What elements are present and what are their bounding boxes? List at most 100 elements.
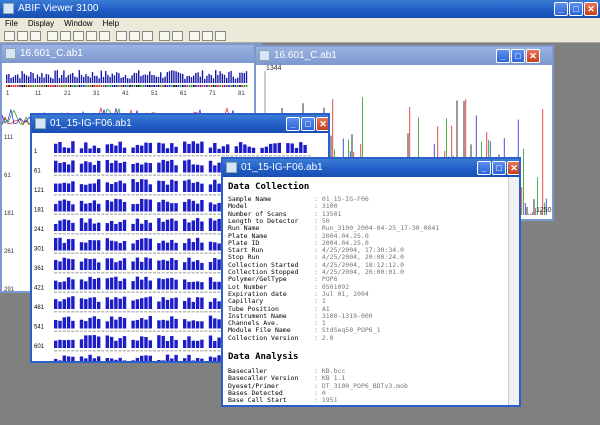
cascade-icon[interactable] — [189, 30, 200, 41]
info-field-label: Base Call Start — [228, 396, 287, 405]
info-minimize-button[interactable]: _ — [477, 161, 491, 175]
save-icon[interactable] — [17, 30, 28, 41]
base-mark — [213, 330, 217, 332]
open-icon[interactable] — [4, 30, 15, 41]
base-mark — [148, 272, 152, 274]
base-mark — [170, 272, 174, 274]
quality-bar — [217, 148, 221, 153]
quality-bar — [58, 142, 62, 153]
quality-bar — [122, 183, 127, 192]
base-mark — [226, 85, 228, 87]
quality-bar — [161, 259, 165, 270]
quality-bar — [135, 182, 140, 192]
quality-bar — [88, 202, 92, 212]
quality-bar — [219, 71, 221, 83]
electropherogram-minimize-button[interactable]: _ — [496, 49, 510, 63]
bars-icon[interactable] — [73, 30, 84, 41]
electropherogram-window-title-bar[interactable]: 16.601_C.ab1 _ □ ✕ — [256, 47, 552, 65]
quality-bar — [187, 199, 191, 212]
base-mark — [92, 350, 96, 352]
base-mark — [168, 85, 171, 87]
app-maximize-button[interactable]: □ — [569, 2, 583, 16]
scale-icon[interactable] — [172, 30, 183, 41]
table-icon[interactable] — [99, 30, 110, 41]
electropherogram-maximize-button[interactable]: □ — [511, 49, 525, 63]
quality-bar — [98, 78, 100, 83]
tile-vertical-icon[interactable] — [215, 30, 226, 41]
tile-horizontal-icon[interactable] — [202, 30, 213, 41]
quality-maximize-button[interactable]: □ — [301, 117, 315, 131]
quality-bar — [97, 160, 101, 173]
base-mark — [10, 85, 12, 87]
base-mark — [174, 350, 178, 352]
info-window[interactable]: 01_15-IG-F06.ab1 _ □ ✕ Data Collection S… — [221, 157, 521, 407]
menu-window[interactable]: Window — [59, 18, 97, 29]
base-mark — [157, 194, 161, 196]
base-mark — [131, 155, 135, 157]
quality-bar — [30, 71, 32, 83]
app-close-button[interactable]: ✕ — [584, 2, 598, 16]
quality-close-button[interactable]: ✕ — [316, 117, 328, 131]
quality-bar — [109, 299, 114, 309]
quality-bar — [165, 299, 170, 309]
quality-bar — [36, 74, 39, 83]
quality-bar — [157, 278, 161, 290]
quality-bar — [140, 318, 144, 329]
quality-window-title-bar[interactable]: 01_15-IG-F06.ab1 _ □ ✕ — [32, 115, 328, 133]
quality-bar — [165, 340, 170, 348]
trace-icon[interactable] — [159, 30, 170, 41]
base-mark — [109, 291, 113, 293]
base-mark — [200, 155, 204, 157]
info-close-button[interactable]: ✕ — [507, 161, 519, 175]
base-mark — [122, 252, 126, 254]
print-icon[interactable] — [30, 30, 41, 41]
quality-bar — [213, 258, 217, 270]
quality-bar — [34, 78, 36, 83]
base-mark — [204, 272, 208, 274]
info-icon[interactable] — [60, 30, 71, 41]
base-mark — [97, 174, 100, 176]
quality-bar — [66, 339, 71, 348]
base-mark — [152, 311, 156, 313]
menu-help[interactable]: Help — [98, 18, 124, 29]
base-mark — [148, 252, 152, 254]
quality-bar — [71, 239, 75, 251]
base-mark — [105, 311, 109, 313]
zoom-out-icon[interactable] — [129, 30, 140, 41]
copy-icon[interactable] — [47, 30, 58, 41]
document-icon — [35, 118, 46, 129]
zoom-fit-icon[interactable] — [142, 30, 153, 41]
quality-bar — [157, 320, 161, 329]
info-maximize-button[interactable]: □ — [492, 161, 506, 175]
quality-bar — [54, 358, 58, 361]
position-tick-label: 51 — [151, 91, 158, 97]
base-mark — [165, 272, 169, 274]
quality-bar — [88, 148, 92, 153]
zoom-in-icon[interactable] — [116, 30, 127, 41]
menu-file[interactable]: File — [0, 18, 23, 29]
info-vertical-scrollbar[interactable] — [508, 177, 519, 405]
info-window-title-bar[interactable]: 01_15-IG-F06.ab1 _ □ ✕ — [223, 159, 519, 177]
base-mark — [131, 311, 135, 313]
base-mark — [178, 350, 182, 352]
quality-bar — [71, 279, 75, 290]
base-mark — [131, 194, 135, 196]
quality-minimize-button[interactable]: _ — [286, 117, 300, 131]
base-mark — [187, 155, 191, 157]
base-mark — [62, 155, 66, 157]
base-mark — [79, 194, 83, 196]
quality-bar — [174, 165, 178, 173]
quality-bar — [6, 74, 8, 83]
app-icon — [3, 3, 14, 14]
electropherogram-close-button[interactable]: ✕ — [526, 49, 540, 63]
menu-display[interactable]: Display — [23, 18, 59, 29]
sequence-window-1-title-bar[interactable]: 16.601_C.ab1 — [2, 45, 260, 63]
grid-icon[interactable] — [86, 30, 97, 41]
base-mark — [101, 330, 105, 332]
base-mark — [157, 213, 161, 215]
quality-bar — [174, 297, 178, 309]
quality-bar — [79, 319, 84, 329]
quality-bar — [142, 75, 144, 83]
app-minimize-button[interactable]: _ — [554, 2, 568, 16]
base-mark — [66, 213, 70, 215]
